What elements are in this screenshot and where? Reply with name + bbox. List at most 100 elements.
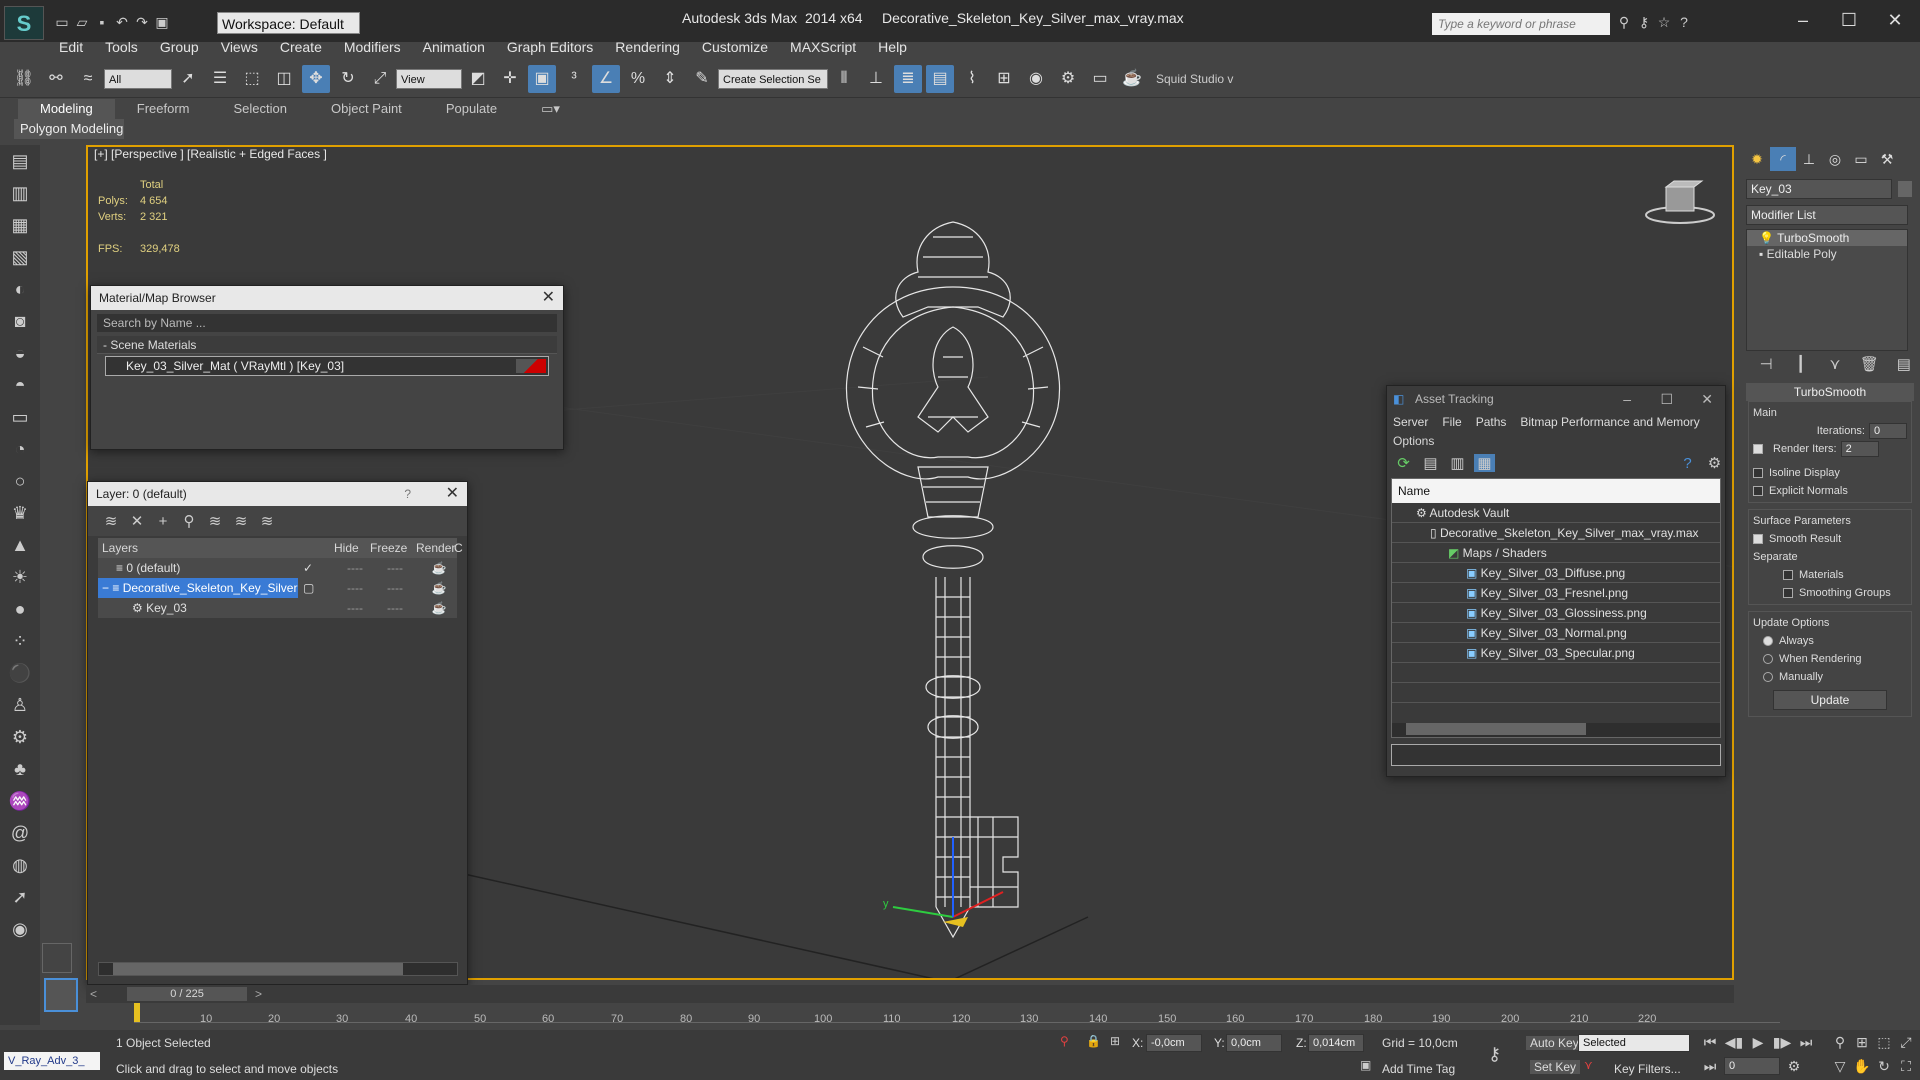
utilities-tab-icon[interactable]: ⚒ [1874,147,1900,171]
select-layer-icon[interactable]: ⚲ [176,512,202,530]
modifier-list-dropdown[interactable]: Modifier List [1746,205,1908,225]
align-icon[interactable]: ⊥ [862,65,890,93]
menu-edit[interactable]: Edit [48,36,94,58]
open-file-icon[interactable]: ▱ [72,12,92,32]
named-selection-dropdown[interactable]: Create Selection Se [718,68,828,89]
key-mode-toggle-icon[interactable]: ⏭ [1700,1056,1720,1076]
modify-tab-icon[interactable]: ◜ [1770,147,1796,171]
scene-explorer-icon[interactable]: ▤ [0,145,40,177]
freeze-toggle[interactable]: ---- [380,598,410,618]
maximize-icon[interactable]: ☐ [1826,0,1872,40]
spacewarp-icon[interactable]: ◓ [0,369,40,401]
set-key-button[interactable]: Set Key [1530,1060,1581,1074]
help-icon[interactable]: ? [404,482,411,506]
sphere-icon[interactable]: ○ [0,465,40,497]
ribbon-tab-freeform[interactable]: Freeform [115,99,212,119]
rect-selection-icon[interactable]: ⬚ [238,65,266,93]
toggle-ribbon-icon[interactable]: ▤ [926,64,954,93]
app-logo-icon[interactable]: S [4,6,44,40]
manipulate-icon[interactable]: ✛ [496,65,524,93]
menu-modifiers[interactable]: Modifiers [333,36,412,58]
select-scale-icon[interactable]: ⤢ [366,65,394,93]
redo-icon[interactable]: ↷ [132,12,152,32]
asset-row-map[interactable]: ▣ Key_Silver_03_Diffuse.png [1392,563,1720,583]
zoom-all-icon[interactable]: ⊞ [1852,1032,1872,1052]
help-icon[interactable]: ? [1674,12,1694,32]
link-icon[interactable]: ⛓ [10,65,38,93]
window-crossing-icon[interactable]: ◫ [270,65,298,93]
squid-studio-plugin[interactable]: Squid Studio v [1156,72,1233,86]
material-search-input[interactable]: Search by Name ... [97,314,557,332]
go-to-end-icon[interactable]: ⏭ [1796,1032,1816,1052]
scrollbar-thumb[interactable] [113,963,403,975]
select-by-name-icon[interactable]: ☰ [206,65,234,93]
minimize-icon[interactable]: – [1623,386,1631,412]
rendered-frame-icon[interactable]: ▭ [1086,65,1114,93]
refresh-icon[interactable]: ⟳ [1393,454,1414,472]
maximize-icon[interactable]: ☐ [1660,386,1673,412]
helper-icon[interactable]: ◒ [0,337,40,369]
highlight-layer-icon[interactable]: ≋ [202,512,228,530]
bone-icon[interactable]: ♛ [0,497,40,529]
y-coordinate-field[interactable]: 0,0cm [1226,1034,1282,1052]
add-to-layer-icon[interactable]: + [150,513,176,530]
render-teapot-icon[interactable]: ☕ [424,558,454,578]
isolate-selection-icon[interactable]: ⚲ [1060,1034,1069,1048]
explicit-normals-checkbox[interactable] [1753,486,1763,497]
smoothing-groups-checkbox[interactable] [1783,588,1793,599]
asset-row-map[interactable]: ▣ Key_Silver_03_Fresnel.png [1392,583,1720,603]
grass-icon[interactable]: ♣ [0,753,40,785]
pivot-center-icon[interactable]: ◩ [464,65,492,93]
table-icon[interactable]: ▧ [0,241,40,273]
make-unique-icon[interactable]: ⋎ [1825,355,1845,373]
selection-lock-icon[interactable]: 🔒 [1086,1034,1101,1048]
layer-checkbox-icon[interactable]: ▢ [303,578,314,598]
update-button[interactable]: Update [1773,690,1887,710]
material-editor-icon[interactable]: ◉ [1022,65,1050,93]
show-end-result-icon[interactable]: ┃ [1790,355,1810,373]
menu-graph-editors[interactable]: Graph Editors [496,36,604,58]
add-time-tag-icon[interactable]: ▣ [1360,1058,1371,1072]
close-icon[interactable]: ✕ [542,286,555,310]
spinner-snap-icon[interactable]: ⇕ [656,65,684,93]
geosphere-icon[interactable]: ● [0,593,40,625]
auto-key-button[interactable]: Auto Key [1526,1036,1583,1050]
pan-icon[interactable]: ✋ [1852,1056,1872,1076]
iterations-spinner[interactable]: 0 [1869,423,1907,439]
angle-snap-icon[interactable]: ∠ [592,64,620,93]
asset-row-map[interactable]: ▣ Key_Silver_03_Glossiness.png [1392,603,1720,623]
play-icon[interactable]: ▶ [1748,1032,1768,1052]
strip-expand-icon[interactable] [42,943,72,973]
reference-coord-dropdown[interactable]: View [396,68,462,89]
globe-icon[interactable]: ◉ [0,913,40,945]
scene-materials-group[interactable]: - Scene Materials [97,336,557,354]
key-icon[interactable]: ⚷ [1634,12,1654,32]
pin-stack-icon[interactable]: ⊣ [1756,355,1776,373]
configure-sets-icon[interactable]: ▤ [1894,355,1914,373]
asset-row-map[interactable]: ▣ Key_Silver_03_Normal.png [1392,623,1720,643]
key-mode-icon[interactable]: ⚷ [1488,1044,1501,1065]
turbosmooth-rollout-header[interactable]: TurboSmooth [1746,383,1914,401]
layer-row[interactable]: ⚙ Key_03 ---- ---- ☕ [98,598,457,618]
layer-explorer-icon[interactable]: ≣ [894,64,922,93]
when-rendering-radio[interactable] [1763,654,1773,665]
render-setup-icon[interactable]: ⚙ [1054,65,1082,93]
close-icon[interactable]: ✕ [1701,386,1713,412]
menu-tools[interactable]: Tools [94,36,149,58]
material-browser-titlebar[interactable]: Material/Map Browser ✕ [91,286,563,310]
asset-tracking-titlebar[interactable]: ◧ Asset Tracking – ☐ ✕ [1387,386,1725,412]
ribbon-tab-object-paint[interactable]: Object Paint [309,99,424,119]
menu-customize[interactable]: Customize [691,36,779,58]
asset-menu-paths[interactable]: Paths [1476,412,1507,432]
asset-column-name[interactable]: Name [1392,479,1720,503]
viewcube[interactable] [1644,177,1716,227]
percent-snap-icon[interactable]: % [624,65,652,93]
ball-icon[interactable]: ◍ [0,849,40,881]
asset-row-map[interactable]: ▣ Key_Silver_03_Specular.png [1392,643,1720,663]
dynamics-icon[interactable]: ⚫ [0,657,40,689]
close-icon[interactable]: ✕ [446,482,459,506]
time-config-icon[interactable]: ⚙ [1784,1056,1804,1076]
key-mode-dropdown[interactable]: Selected [1578,1034,1690,1052]
track-bar[interactable]: 10 20 30 40 50 60 70 80 90 100 110 120 1… [100,1003,1920,1029]
scrollbar-thumb[interactable] [1406,723,1586,735]
